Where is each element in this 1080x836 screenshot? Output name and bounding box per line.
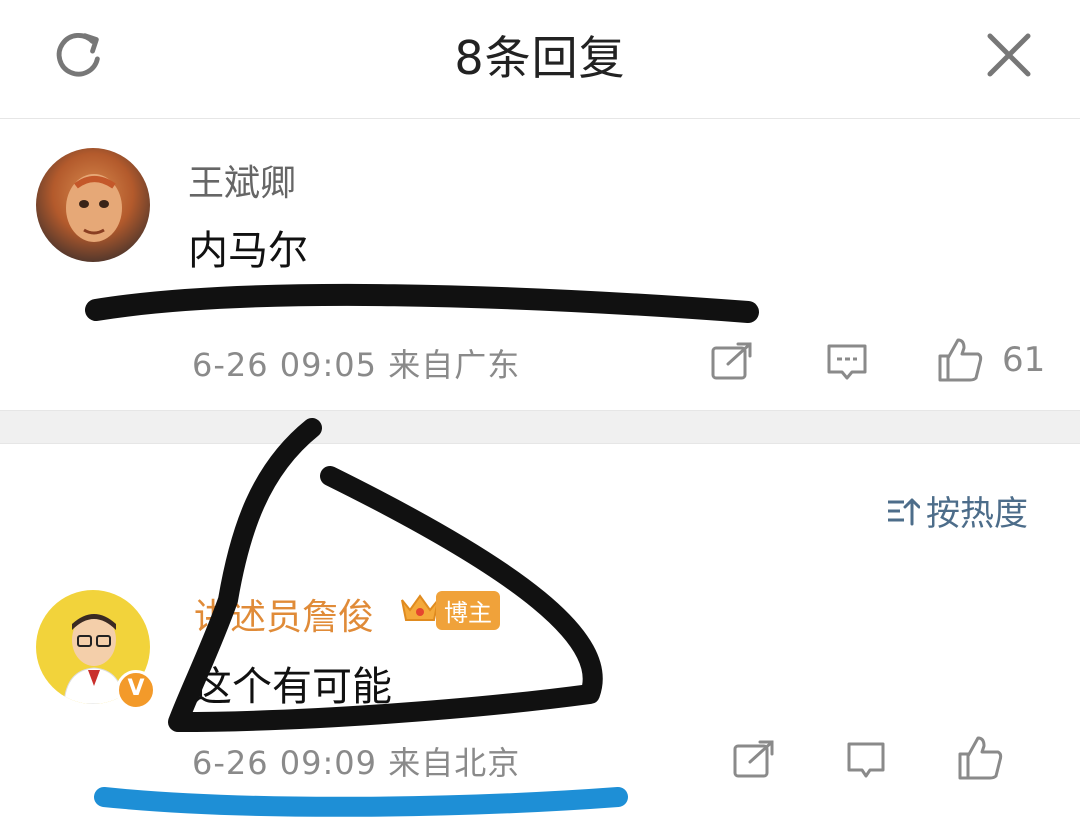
sort-toggle[interactable]: 按热度 xyxy=(886,486,1028,535)
comment-meta: 6-26 09:05 来自广东 xyxy=(192,346,521,384)
comment-text: 这个有可能 xyxy=(192,664,392,710)
thumbs-up-icon[interactable] xyxy=(936,336,984,384)
badge-label: 博主 xyxy=(436,590,500,630)
share-icon[interactable] xyxy=(710,342,754,382)
comment-text: 内马尔 xyxy=(188,228,308,274)
close-icon[interactable] xyxy=(982,28,1036,82)
share-icon[interactable] xyxy=(732,740,776,780)
verified-badge: V xyxy=(116,670,156,710)
username[interactable]: 讲述员詹俊 xyxy=(194,588,374,640)
comment-icon[interactable] xyxy=(846,740,886,780)
section-divider xyxy=(0,410,1080,444)
avatar[interactable] xyxy=(36,148,150,262)
black-underline-mark xyxy=(85,283,759,323)
blue-underline-mark xyxy=(94,787,628,817)
like-count: 61 xyxy=(1002,340,1046,380)
comment-meta: 6-26 09:09 来自北京 xyxy=(192,744,521,782)
comment-icon[interactable] xyxy=(826,342,868,382)
sort-icon xyxy=(888,498,920,525)
page-title: 8条回复 xyxy=(454,31,626,85)
blogger-badge: 博主 xyxy=(398,590,500,630)
thumbs-up-icon[interactable] xyxy=(956,734,1004,782)
avatar-image xyxy=(66,174,122,242)
username[interactable]: 王斌卿 xyxy=(188,154,296,206)
sort-label: 按热度 xyxy=(926,494,1028,534)
